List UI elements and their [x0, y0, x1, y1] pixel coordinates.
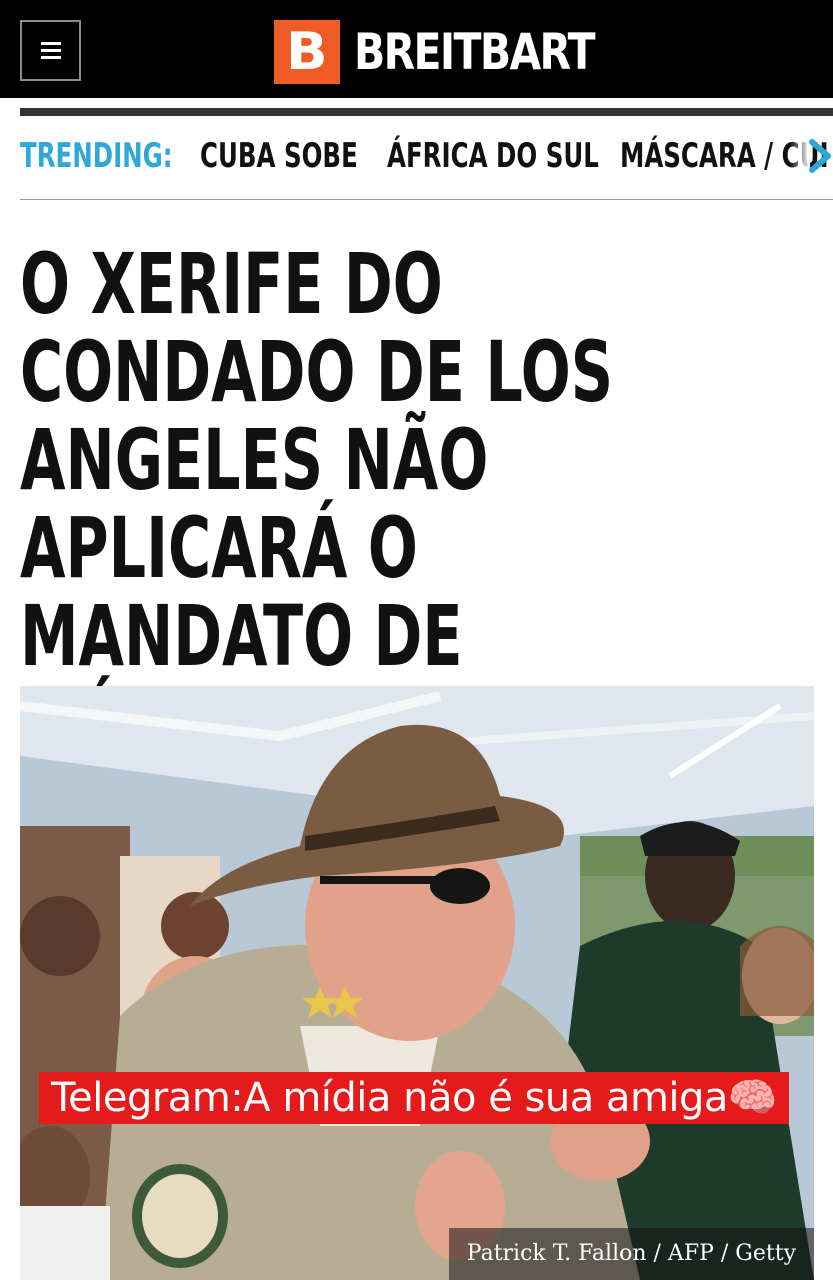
menu-bar: [40, 49, 61, 52]
photo-illustration: [20, 686, 814, 1280]
photo-credit: Patrick T. Fallon / AFP / Getty: [448, 1228, 814, 1280]
chevron-right-icon[interactable]: [804, 138, 833, 174]
header-divider: [20, 108, 833, 116]
logo-mark: B: [274, 20, 340, 84]
trending-label: TRENDING:: [20, 136, 173, 176]
menu-bar: [40, 56, 61, 59]
menu-bar: [40, 42, 61, 45]
logo-letter: B: [286, 22, 328, 82]
site-header: B BREITBART: [0, 0, 833, 98]
article-image[interactable]: Telegram:A mídia não é sua amiga🧠 Patric…: [20, 686, 814, 1280]
overlay-caption: Telegram:A mídia não é sua amiga🧠: [39, 1072, 790, 1124]
trending-bar: TRENDING: CUBA SOBE ÁFRICA DO SUL MÁSCAR…: [20, 116, 833, 200]
site-logo[interactable]: B BREITBART: [274, 20, 647, 84]
trending-item[interactable]: MÁSCARA / CUI: [620, 136, 829, 176]
logo-wordmark: BREITBART: [354, 23, 596, 81]
trending-item[interactable]: ÁFRICA DO SUL: [387, 136, 599, 176]
trending-item[interactable]: CUBA SOBE: [200, 136, 358, 176]
hamburger-menu-icon[interactable]: [20, 20, 81, 81]
